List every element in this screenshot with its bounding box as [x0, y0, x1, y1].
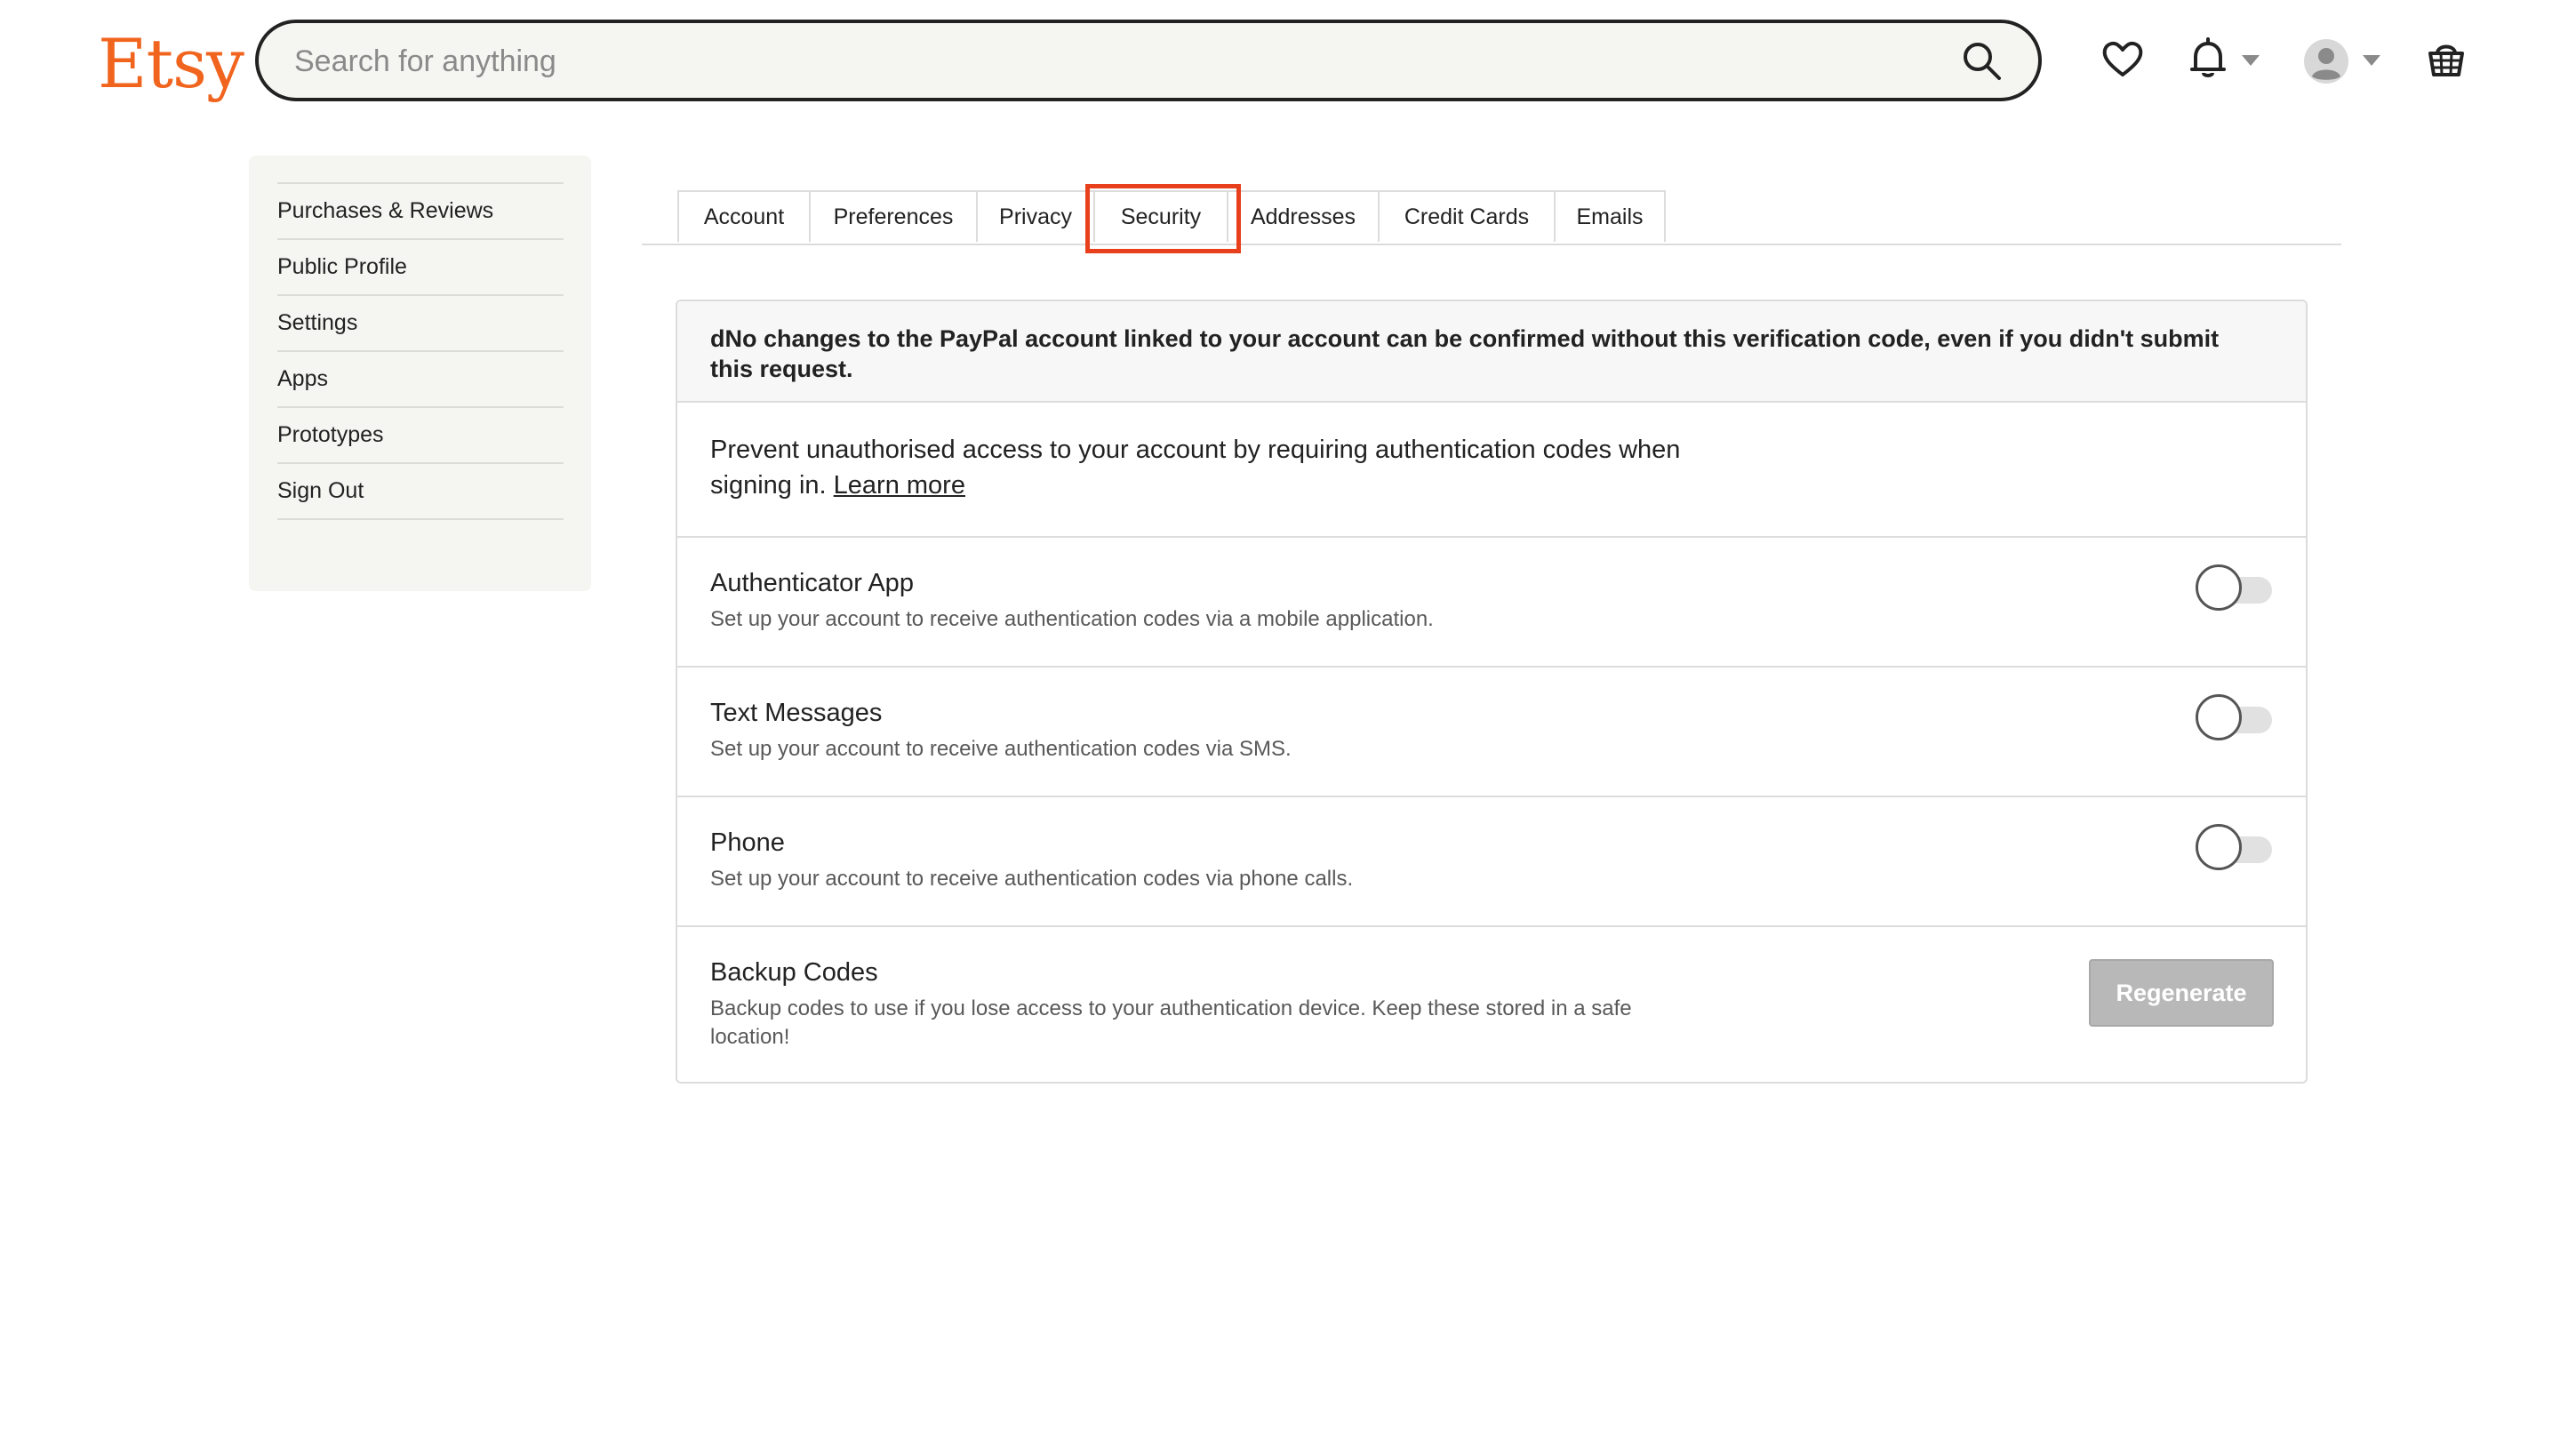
toggle-knob [2196, 694, 2242, 740]
learn-more-link[interactable]: Learn more [834, 471, 965, 500]
chevron-down-icon[interactable] [2363, 55, 2380, 66]
heart-icon[interactable] [2100, 36, 2146, 82]
sidebar-item-public-profile[interactable]: Public Profile [277, 240, 564, 296]
backup-codes-row: Backup Codes Backup codes to use if you … [677, 927, 2306, 1082]
bell-icon[interactable] [2185, 36, 2231, 82]
verification-notice: dNo changes to the PayPal account linked… [677, 301, 2306, 403]
method-description: Set up your account to receive authentic… [710, 607, 1434, 631]
tab-emails[interactable]: Emails [1554, 190, 1666, 242]
security-panel: dNo changes to the PayPal account linked… [676, 300, 2308, 1084]
etsy-logo[interactable]: Etsy [98, 20, 244, 108]
tab-security[interactable]: Security [1093, 190, 1228, 242]
account-sidebar: Purchases & Reviews Public Profile Setti… [249, 156, 591, 591]
chevron-down-icon[interactable] [2242, 55, 2260, 66]
text-messages-toggle[interactable] [2196, 694, 2274, 740]
method-description: Set up your account to receive authentic… [710, 737, 1292, 761]
tab-account[interactable]: Account [677, 190, 811, 242]
sidebar-item-prototypes[interactable]: Prototypes [277, 408, 564, 464]
text-messages-row: Text Messages Set up your account to rec… [677, 668, 2306, 797]
tab-credit-cards[interactable]: Credit Cards [1378, 190, 1556, 242]
intro-text: Prevent unauthorised access to your acco… [710, 432, 1688, 503]
method-title: Authenticator App [710, 569, 914, 597]
toggle-knob [2196, 564, 2242, 611]
method-description: Set up your account to receive authentic… [710, 867, 1354, 891]
sidebar-item-sign-out[interactable]: Sign Out [277, 464, 564, 520]
method-title: Phone [710, 828, 785, 857]
settings-tabs: Account Preferences Privacy Security Add… [642, 190, 2341, 245]
phone-row: Phone Set up your account to receive aut… [677, 797, 2306, 927]
notice-text: dNo changes to the PayPal account linked… [710, 325, 2220, 382]
tab-privacy[interactable]: Privacy [976, 190, 1095, 242]
search-input[interactable] [292, 23, 1896, 100]
shopping-basket-icon[interactable] [2423, 36, 2469, 82]
toggle-knob [2196, 824, 2242, 870]
authenticator-app-row: Authenticator App Set up your account to… [677, 538, 2306, 668]
sidebar-item-settings[interactable]: Settings [277, 296, 564, 352]
backup-codes-title: Backup Codes [710, 958, 878, 987]
header: Etsy [0, 0, 2560, 124]
sidebar-item-purchases-reviews[interactable]: Purchases & Reviews [277, 184, 564, 240]
backup-codes-description: Backup codes to use if you lose access t… [710, 996, 1632, 1049]
phone-toggle[interactable] [2196, 824, 2274, 870]
tab-preferences[interactable]: Preferences [809, 190, 978, 242]
sidebar-item-apps[interactable]: Apps [277, 352, 564, 408]
sidebar-menu: Purchases & Reviews Public Profile Setti… [277, 182, 564, 520]
method-title: Text Messages [710, 699, 883, 727]
two-factor-intro: Prevent unauthorised access to your acco… [677, 403, 2306, 538]
search-bar[interactable] [255, 20, 2042, 101]
avatar[interactable] [2304, 39, 2348, 84]
search-icon[interactable] [1960, 39, 2003, 82]
tab-addresses[interactable]: Addresses [1227, 190, 1380, 242]
authenticator-app-toggle[interactable] [2196, 564, 2274, 611]
regenerate-button[interactable]: Regenerate [2089, 959, 2274, 1027]
